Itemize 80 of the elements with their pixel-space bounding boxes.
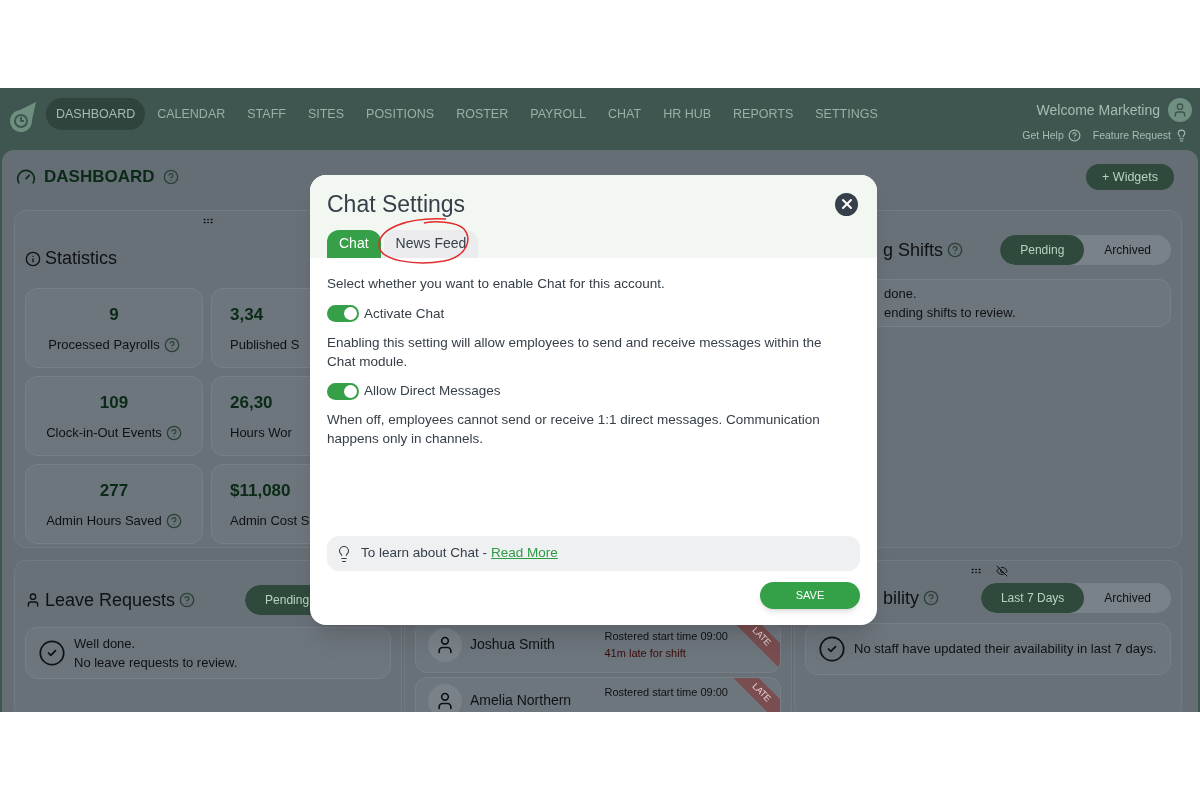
setting-description: When off, employees cannot send or receive 1:1 direct messages. Communication happens only in channels. — [327, 411, 821, 449]
settings-tab[interactable]: Chat — [327, 229, 381, 258]
widgets-button[interactable]: + Widgets — [1086, 164, 1174, 190]
nav-item[interactable]: CALENDAR — [147, 98, 236, 130]
stat-value: 109 — [99, 391, 129, 414]
gauge-icon — [16, 167, 36, 187]
stat-label: Published S — [230, 336, 300, 354]
nav-item[interactable]: DASHBOARD — [46, 98, 146, 130]
panel-title: bility — [883, 586, 919, 610]
setting-description: Enabling this setting will allow employees to send and receive messages within the Chat module. — [327, 334, 823, 371]
panel-title: g Shifts — [883, 238, 944, 262]
panel-title: Statistics — [45, 247, 118, 270]
stat-value: 3,34 — [230, 303, 264, 326]
stat-label: Clock-in-Out Events — [46, 424, 162, 442]
stat-label: Processed Payrolls — [48, 336, 160, 354]
toggle-switch[interactable] — [327, 305, 359, 323]
message-text: Well done. — [74, 634, 137, 653]
filter-tab[interactable]: Archived — [1084, 235, 1171, 265]
welcome-text: Welcome Marketing — [1036, 100, 1160, 120]
read-more-link[interactable]: Read More — [491, 543, 558, 564]
toggle-label: Allow Direct Messages — [364, 382, 501, 400]
tip-text: To learn about Chat - — [361, 544, 488, 563]
avatar-icon — [428, 628, 462, 662]
stat-label: Hours Wor — [230, 424, 292, 442]
nav-item[interactable]: CHAT — [598, 98, 652, 130]
nav-item[interactable]: HR HUB — [653, 98, 722, 130]
header-link[interactable]: Get Help — [1022, 128, 1081, 144]
nav-item[interactable]: SETTINGS — [805, 98, 888, 130]
avatar-icon — [1168, 98, 1192, 122]
check-circle-icon — [818, 635, 846, 663]
eye-off-icon — [996, 565, 1008, 577]
toggle-switch[interactable] — [327, 382, 359, 400]
help-icon — [165, 424, 182, 441]
stat-value: 9 — [109, 303, 119, 326]
late-text: 41m late for shift — [604, 645, 687, 661]
message-text: done. — [884, 284, 918, 303]
filter-tab[interactable]: Pending — [1000, 235, 1085, 265]
settings-tab[interactable]: News Feed — [383, 229, 479, 258]
stat-value: 277 — [99, 479, 129, 502]
logo-icon — [8, 100, 38, 134]
nav-item[interactable]: PAYROLL — [520, 98, 597, 130]
help-icon — [923, 590, 939, 606]
check-circle-icon — [38, 639, 66, 667]
drag-handle-icon — [200, 215, 216, 227]
filter-tab[interactable]: Archived — [1084, 583, 1171, 613]
close-button[interactable] — [835, 192, 858, 216]
stat-value: 26,30 — [230, 391, 273, 414]
help-icon — [165, 512, 182, 529]
person-icon — [25, 592, 41, 608]
message-text: ending shifts to review. — [884, 304, 1017, 322]
stat-value: $11,080 — [230, 479, 291, 502]
message-text: No leave requests to review. — [74, 654, 238, 672]
nav-item[interactable]: REPORTS — [723, 98, 804, 130]
help-icon — [179, 592, 196, 608]
filter-tab[interactable]: Last 7 Days — [980, 583, 1085, 613]
help-icon — [163, 336, 180, 353]
stat-label: Admin Cost S — [230, 512, 310, 530]
panel-title: Leave Requests — [45, 588, 176, 612]
staff-name: Joshua Smith — [470, 635, 555, 654]
nav-item[interactable]: POSITIONS — [356, 98, 445, 130]
nav-item[interactable]: ROSTER — [446, 98, 519, 130]
toggle-label: Activate Chat — [364, 304, 445, 323]
info-icon — [25, 250, 41, 267]
lightbulb-icon — [1175, 129, 1188, 143]
intro-text: Select whether you want to enable Chat for this account. — [327, 274, 666, 293]
help-icon — [947, 242, 964, 258]
dashboard-title: DASHBOARD — [44, 166, 155, 189]
stat-label: Admin Hours Saved — [46, 512, 162, 530]
drag-handle-icon — [968, 565, 984, 577]
dialog-title: Chat Settings — [327, 190, 466, 219]
rostered-time: Rostered start time 09:00 — [604, 629, 728, 644]
message-text: No staff have updated their availability in last 7 days. — [854, 640, 1157, 658]
nav-item[interactable]: SITES — [297, 98, 355, 130]
staff-name: Amelia Northern — [470, 691, 572, 710]
header-link[interactable]: Feature Request — [1092, 128, 1188, 144]
help-icon — [162, 169, 179, 185]
save-button[interactable]: SAVE — [760, 582, 860, 609]
help-icon — [1067, 129, 1081, 143]
rostered-time: Rostered start time 09:00 — [604, 685, 728, 700]
nav-item[interactable]: STAFF — [237, 98, 296, 130]
